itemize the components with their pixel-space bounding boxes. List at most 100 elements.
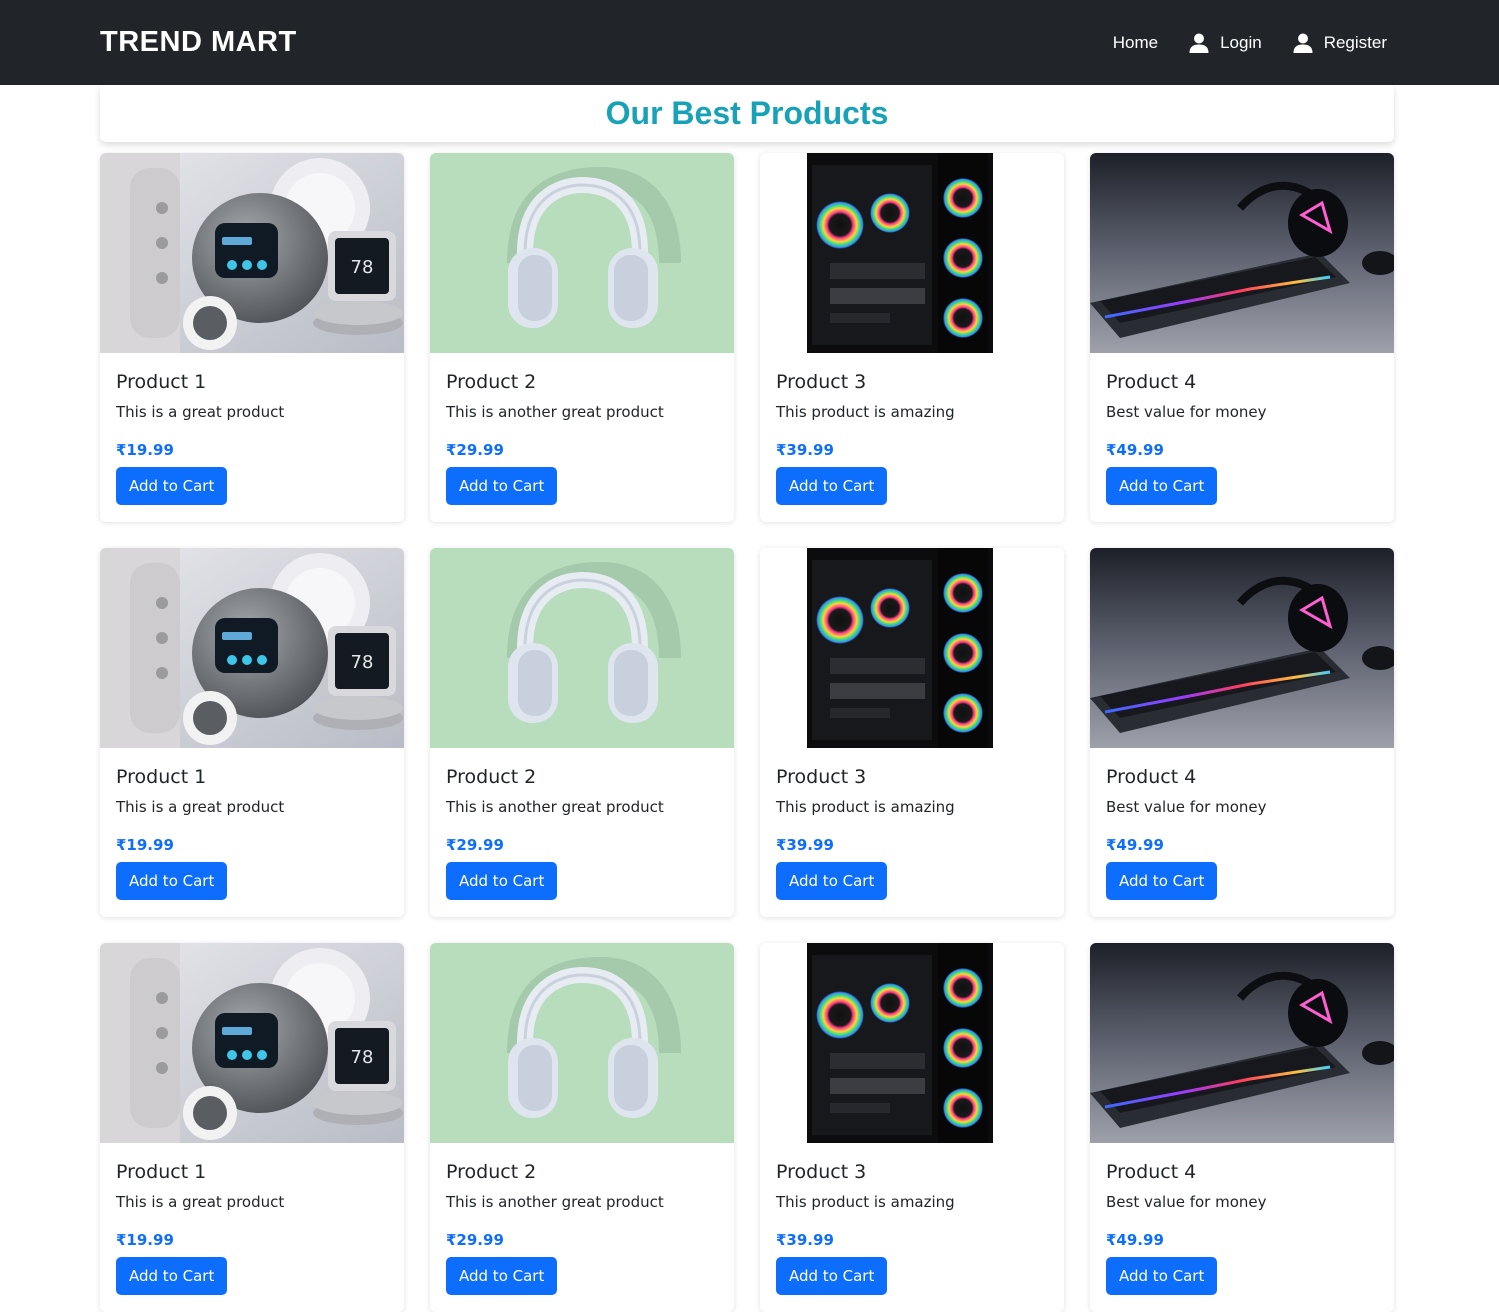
product-title: Product 2 <box>446 766 537 788</box>
card-body: Product 2 This is another great product ₹2… <box>430 353 734 521</box>
card-body: Product 1 This is a great product ₹19.99 Ad… <box>100 353 404 521</box>
product-price: ₹39.99 <box>776 1231 834 1249</box>
product-card: Product 4 Best value for money ₹49.99 Add t… <box>1090 153 1394 522</box>
add-to-cart-button[interactable]: Add to Cart <box>446 862 558 900</box>
product-title: Product 3 <box>776 1161 867 1183</box>
gaming-pc-image <box>760 153 1064 353</box>
product-description: This is a great product <box>116 403 285 421</box>
product-card: Product 4 Best value for money ₹49.99 Add t… <box>1090 943 1394 1312</box>
nav-login-label: Login <box>1220 33 1262 52</box>
headphones-image <box>430 153 734 353</box>
add-to-cart-button[interactable]: Add to Cart <box>446 467 558 505</box>
card-body: Product 2 This is another great product ₹2… <box>430 748 734 916</box>
product-description: This is another great product <box>446 403 664 421</box>
smart-home-devices-image: 78 <box>100 153 404 353</box>
product-price: ₹19.99 <box>116 836 174 854</box>
user-icon <box>1293 33 1313 53</box>
add-to-cart-button[interactable]: Add to Cart <box>116 467 228 505</box>
product-price: ₹19.99 <box>116 441 174 459</box>
product-card: Product 2 This is another great product ₹2… <box>430 943 734 1312</box>
keyboard-headset-image <box>1090 943 1394 1143</box>
product-card: 78 Product 1 This is a great product ₹19.9… <box>100 153 404 522</box>
card-body: Product 4 Best value for money ₹49.99 Add t… <box>1090 353 1394 521</box>
product-description: Best value for money <box>1106 1193 1267 1211</box>
nav-register-label: Register <box>1323 33 1387 52</box>
add-to-cart-button[interactable]: Add to Cart <box>116 1257 228 1295</box>
section-heading-box: Our Best Products <box>100 85 1394 142</box>
product-card: 78 Product 1 This is a great product ₹19.9… <box>100 943 404 1312</box>
product-price: ₹19.99 <box>116 1231 174 1249</box>
product-description: Best value for money <box>1106 403 1267 421</box>
card-body: Product 4 Best value for money ₹49.99 Add t… <box>1090 748 1394 916</box>
page-title: Our Best Products <box>605 95 889 131</box>
product-card: Product 3 This product is amazing ₹39.99 Ad… <box>760 153 1064 522</box>
headphones-image <box>430 548 734 748</box>
card-body: Product 4 Best value for money ₹49.99 Add t… <box>1090 1143 1394 1311</box>
product-description: Best value for money <box>1106 798 1267 816</box>
product-price: ₹29.99 <box>446 1231 504 1249</box>
product-card: Product 2 This is another great product ₹2… <box>430 153 734 522</box>
product-title: Product 3 <box>776 766 867 788</box>
nav-links: Home Login Register <box>1113 30 1387 56</box>
product-title: Product 1 <box>116 371 207 393</box>
nav-register-link[interactable]: Register <box>1293 33 1387 53</box>
product-description: This product is amazing <box>776 798 955 816</box>
product-card: Product 3 This product is amazing ₹39.99 Ad… <box>760 943 1064 1312</box>
add-to-cart-button[interactable]: Add to Cart <box>1106 467 1218 505</box>
svg-text:78: 78 <box>351 257 374 278</box>
card-body: Product 1 This is a great product ₹19.99 Ad… <box>100 748 404 916</box>
product-price: ₹49.99 <box>1106 836 1164 854</box>
card-body: Product 3 This product is amazing ₹39.99 Ad… <box>760 353 1064 521</box>
keyboard-headset-image <box>1090 153 1394 353</box>
product-price: ₹29.99 <box>446 836 504 854</box>
gaming-pc-image <box>760 943 1064 1143</box>
add-to-cart-button[interactable]: Add to Cart <box>446 1257 558 1295</box>
product-price: ₹49.99 <box>1106 441 1164 459</box>
product-title: Product 2 <box>446 371 537 393</box>
add-to-cart-button[interactable]: Add to Cart <box>1106 862 1218 900</box>
card-body: Product 1 This is a great product ₹19.99 Ad… <box>100 1143 404 1311</box>
product-description: This product is amazing <box>776 1193 955 1211</box>
product-description: This is another great product <box>446 798 664 816</box>
product-card: Product 4 Best value for money ₹49.99 Add t… <box>1090 548 1394 917</box>
keyboard-headset-image <box>1090 548 1394 748</box>
product-price: ₹39.99 <box>776 441 834 459</box>
user-icon <box>1189 33 1209 53</box>
add-to-cart-button[interactable]: Add to Cart <box>1106 1257 1218 1295</box>
product-price: ₹39.99 <box>776 836 834 854</box>
product-title: Product 1 <box>116 1161 207 1183</box>
product-card: Product 3 This product is amazing ₹39.99 Ad… <box>760 548 1064 917</box>
svg-text:78: 78 <box>351 1047 374 1068</box>
product-card: 78 Product 1 This is a great product ₹19.9… <box>100 548 404 917</box>
product-title: Product 4 <box>1106 371 1197 393</box>
product-description: This is a great product <box>116 1193 285 1211</box>
product-price: ₹49.99 <box>1106 1231 1164 1249</box>
add-to-cart-button[interactable]: Add to Cart <box>776 467 888 505</box>
product-title: Product 1 <box>116 766 207 788</box>
add-to-cart-button[interactable]: Add to Cart <box>776 862 888 900</box>
svg-text:78: 78 <box>351 652 374 673</box>
product-title: Product 4 <box>1106 766 1197 788</box>
nav-home-label: Home <box>1112 33 1159 52</box>
card-body: Product 3 This product is amazing ₹39.99 Ad… <box>760 1143 1064 1311</box>
product-title: Product 2 <box>446 1161 537 1183</box>
add-to-cart-button[interactable]: Add to Cart <box>776 1257 888 1295</box>
navbar: TREND MART Home Login Register <box>0 0 1499 85</box>
gaming-pc-image <box>760 548 1064 748</box>
product-grid: 78 Product 1 This is a great product ₹19.9… <box>100 153 1394 1312</box>
product-price: ₹29.99 <box>446 441 504 459</box>
headphones-image <box>430 943 734 1143</box>
product-description: This product is amazing <box>776 403 955 421</box>
smart-home-devices-image: 78 <box>100 943 404 1143</box>
card-body: Product 2 This is another great product ₹2… <box>430 1143 734 1311</box>
product-title: Product 3 <box>776 371 867 393</box>
product-title: Product 4 <box>1106 1161 1197 1183</box>
nav-login-link[interactable]: Login <box>1189 33 1262 53</box>
smart-home-devices-image: 78 <box>100 548 404 748</box>
product-card: Product 2 This is another great product ₹2… <box>430 548 734 917</box>
add-to-cart-button[interactable]: Add to Cart <box>116 862 228 900</box>
brand-logo[interactable]: TREND MART <box>100 24 297 60</box>
nav-home-link[interactable]: Home <box>1113 33 1158 53</box>
product-description: This is a great product <box>116 798 285 816</box>
product-description: This is another great product <box>446 1193 664 1211</box>
